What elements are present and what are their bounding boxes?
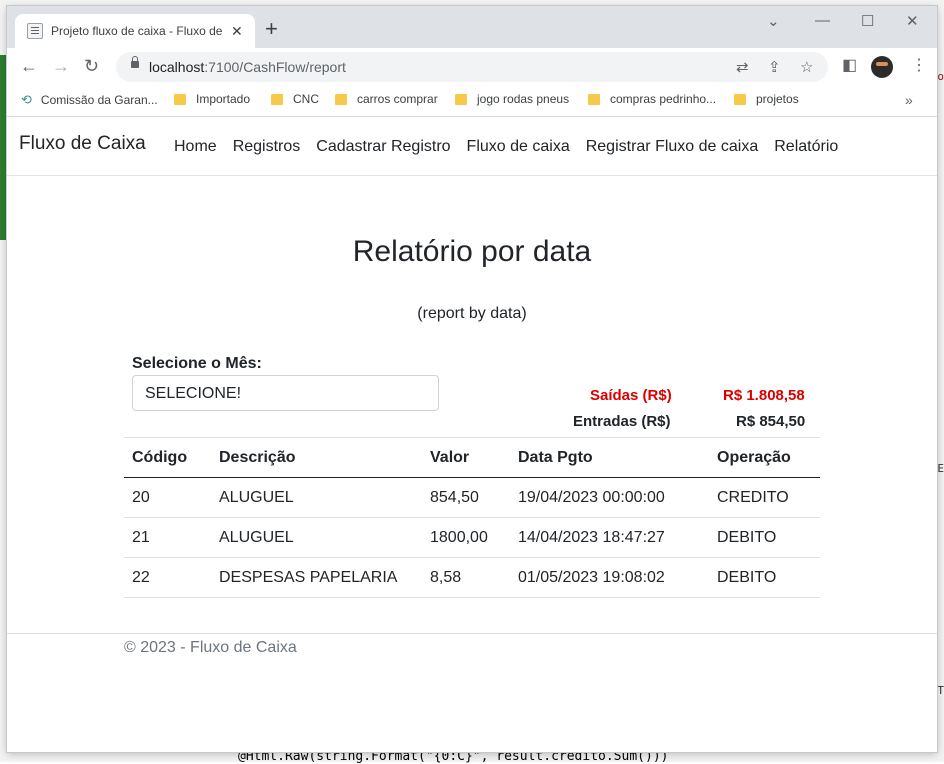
nav-link-cadastrar-registro[interactable]: Cadastrar Registro: [316, 138, 450, 156]
url-text[interactable]: localhost:7100/CashFlow/report: [149, 59, 346, 75]
more-bookmarks-icon[interactable]: »: [905, 92, 913, 108]
tab-search-chevron-icon[interactable]: ⌄: [767, 12, 780, 30]
saidas-label: Saídas (R$): [590, 387, 672, 404]
back-arrow-icon[interactable]: ←: [20, 57, 38, 75]
cell-descricao: ALUGUEL: [211, 517, 422, 558]
nav-link-relatorio[interactable]: Relatório: [774, 138, 838, 156]
tab-title: Projeto fluxo de caixa - Fluxo de: [51, 24, 223, 38]
folder-icon: [271, 93, 283, 105]
bookmark-label: CNC: [293, 92, 319, 106]
month-select[interactable]: SELECIONE!: [132, 375, 439, 411]
cell-descricao: DESPESAS PAPELARIA: [211, 557, 422, 598]
folder-icon: [455, 93, 467, 105]
bookmark-star-icon[interactable]: ☆: [800, 58, 813, 76]
reload-icon[interactable]: ↻: [84, 57, 99, 75]
cell-operacao: CREDITO: [709, 477, 820, 518]
nav-links: Home Registros Cadastrar Registro Fluxo …: [174, 138, 854, 156]
url-host: localhost: [149, 59, 205, 75]
page-favicon-icon: [27, 23, 43, 39]
bookmark-item[interactable]: ⟲ Comissão da Garan...: [21, 92, 158, 108]
cell-codigo: 22: [124, 557, 211, 598]
bookmark-folder[interactable]: projetos: [734, 92, 799, 106]
translate-icon[interactable]: ⇄: [736, 58, 749, 76]
cell-data-pgto: 19/04/2023 00:00:00: [510, 477, 709, 518]
bookmark-label: Comissão da Garan...: [40, 93, 158, 107]
column-header-codigo: Código: [124, 437, 211, 478]
footer-text: © 2023 - Fluxo de Caixa: [124, 639, 297, 656]
bookmark-label: compras pedrinho...: [610, 92, 717, 106]
menu-dots-icon[interactable]: ⋮: [911, 57, 927, 75]
column-header-operacao: Operação: [709, 437, 820, 478]
nav-link-home[interactable]: Home: [174, 138, 217, 156]
url-path: :7100/CashFlow/report: [204, 59, 346, 75]
browser-window: Projeto fluxo de caixa - Fluxo de ✕ + ⌄ …: [7, 6, 937, 752]
cell-valor: 1800,00: [422, 517, 510, 558]
share-icon[interactable]: ⇪: [768, 58, 781, 76]
entradas-label: Entradas (R$): [573, 413, 671, 430]
bookmark-label: carros comprar: [357, 92, 438, 106]
footer-divider: [7, 633, 937, 634]
bookmark-folder[interactable]: compras pedrinho...: [588, 92, 716, 106]
cashflow-table: Código Descrição Valor Data Pgto Operaçã…: [124, 437, 820, 598]
navbar-brand[interactable]: Fluxo de Caixa: [19, 133, 146, 155]
table-row: 20 ALUGUEL 854,50 19/04/2023 00:00:00 CR…: [124, 477, 820, 518]
folder-icon: [174, 93, 186, 105]
bookmark-label: projetos: [756, 92, 799, 106]
month-select-label: Selecione o Mês:: [132, 355, 262, 372]
cell-codigo: 21: [124, 517, 211, 558]
table-header-row: Código Descrição Valor Data Pgto Operaçã…: [124, 437, 820, 478]
background-editor-edge: [0, 55, 6, 240]
cell-codigo: 20: [124, 477, 211, 518]
cell-valor: 8,58: [422, 557, 510, 598]
cell-operacao: DEBITO: [709, 557, 820, 598]
lock-icon: [131, 56, 139, 68]
folder-icon: [335, 93, 347, 105]
bookmarks-bar: ⟲ Comissão da Garan... Importado CNC carr…: [7, 86, 937, 117]
maximize-icon[interactable]: ☐: [861, 12, 874, 30]
bookmark-label: Importado: [196, 92, 251, 106]
minimize-icon[interactable]: —: [815, 12, 830, 29]
site-navbar: Fluxo de Caixa Home Registros Cadastrar …: [7, 117, 937, 176]
cell-operacao: DEBITO: [709, 517, 820, 558]
bookmark-folder[interactable]: jogo rodas pneus: [455, 92, 569, 106]
folder-icon: [588, 93, 600, 105]
cell-valor: 854,50: [422, 477, 510, 518]
table-row: 22 DESPESAS PAPELARIA 8,58 01/05/2023 19…: [124, 557, 820, 598]
browser-toolbar: ← → ↻ localhost:7100/CashFlow/report ⇄ ⇪…: [7, 48, 937, 86]
cell-descricao: ALUGUEL: [211, 477, 422, 518]
profile-avatar[interactable]: [871, 56, 893, 78]
column-header-data-pgto: Data Pgto: [510, 437, 709, 478]
new-tab-icon[interactable]: +: [265, 18, 278, 40]
cell-data-pgto: 14/04/2023 18:47:27: [510, 517, 709, 558]
table-row: 21 ALUGUEL 1800,00 14/04/2023 18:47:27 D…: [124, 517, 820, 558]
bookmark-link-icon: ⟲: [21, 92, 32, 107]
address-bar[interactable]: localhost:7100/CashFlow/report ⇄ ⇪ ☆: [116, 52, 828, 82]
nav-link-registrar-fluxo[interactable]: Registrar Fluxo de caixa: [586, 138, 759, 156]
cell-data-pgto: 01/05/2023 19:08:02: [510, 557, 709, 598]
column-header-descricao: Descrição: [211, 437, 422, 478]
web-page: Fluxo de Caixa Home Registros Cadastrar …: [7, 117, 937, 752]
folder-icon: [734, 93, 746, 105]
bookmark-folder[interactable]: carros comprar: [335, 92, 438, 106]
entradas-value: R$ 854,50: [736, 413, 806, 430]
page-title: Relatório por data: [352, 235, 592, 268]
browser-tab[interactable]: Projeto fluxo de caixa - Fluxo de ✕: [15, 14, 255, 48]
forward-arrow-icon[interactable]: →: [52, 57, 70, 75]
nav-link-fluxo-de-caixa[interactable]: Fluxo de caixa: [467, 138, 570, 156]
tab-close-icon[interactable]: ✕: [231, 23, 243, 40]
bookmark-folder[interactable]: CNC: [271, 92, 319, 106]
close-window-icon[interactable]: ✕: [906, 12, 919, 30]
saidas-value: R$ 1.808,58: [723, 387, 805, 404]
nav-link-registros[interactable]: Registros: [233, 138, 301, 156]
column-header-valor: Valor: [422, 437, 510, 478]
title-bar: Projeto fluxo de caixa - Fluxo de ✕ + ⌄ …: [7, 6, 937, 48]
bookmark-folder[interactable]: Importado: [174, 92, 250, 106]
side-panel-icon[interactable]: ◧: [842, 57, 857, 75]
bookmark-label: jogo rodas pneus: [477, 92, 570, 106]
page-subtitle: (report by data): [417, 305, 527, 322]
